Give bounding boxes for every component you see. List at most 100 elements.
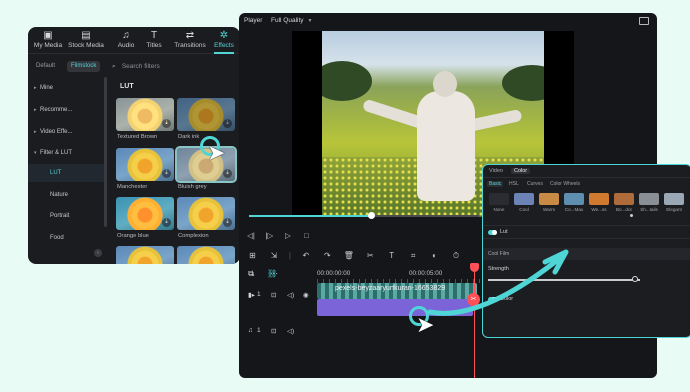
collapse-chevron-icon[interactable]: ‹ [94,249,102,257]
sidebar-item-portrait[interactable]: Portrait [28,207,104,225]
play-icon[interactable]: ▷ [281,231,295,240]
undo-icon[interactable]: ↶ [297,251,314,260]
stop-icon[interactable]: □ [299,231,313,240]
prev-frame-icon[interactable]: ◁| [244,231,258,240]
lut-preset-header: Cool Film [483,248,690,260]
sidebar-item-video-effects[interactable]: ▸ Video Effe... [28,123,104,141]
lock-icon[interactable]: ⊡ [271,291,276,299]
property-tabs: Video Color [483,165,690,178]
filter-label: Textured Brown [117,134,158,140]
tab-default[interactable]: Default [32,61,59,72]
lock-icon[interactable]: ⊡ [271,327,276,335]
preset-swatch[interactable] [589,193,609,205]
playhead-handle[interactable] [470,263,479,272]
eye-icon[interactable]: ◉ [303,291,309,299]
download-icon[interactable]: ⇣ [162,119,171,128]
filter-thumbnail: ⇣ [177,98,235,131]
download-icon[interactable]: ⇣ [162,218,171,227]
filter-thumbnail: ⇣ [116,98,174,131]
volume-icon[interactable]: ◁) [287,291,294,299]
page-indicator [630,214,633,217]
mouse-cursor-icon: ➤ [416,312,435,337]
subtab-curves[interactable]: Curves [527,181,543,187]
tab-video[interactable]: Video [489,168,503,174]
sidebar-scrollbar[interactable] [104,77,107,227]
sidebar-item-mine[interactable]: ▸ Mine [28,79,104,97]
mouse-cursor-icon: ➤ [207,140,226,165]
tab-stock-media[interactable]: ▤ Stock Media [66,30,106,49]
preset-swatch[interactable] [514,193,534,205]
download-icon[interactable]: ⇣ [223,218,232,227]
tab-my-media[interactable]: ▣ My Media [28,30,68,49]
subtab-basic[interactable]: Basic [487,181,504,187]
preset-swatch[interactable] [639,193,659,205]
delete-icon[interactable]: 🗑 [340,251,357,260]
lut-toggle[interactable] [488,230,497,235]
grid-icon[interactable]: ⊞ [244,251,261,260]
filter-card[interactable] [116,246,174,264]
tab-transitions[interactable]: ⇄ Transitions [169,30,211,49]
tab-filmstock[interactable]: Filmstock [67,61,101,72]
cool-film-label: Cool Film [488,251,510,257]
select-tool-icon[interactable]: ⇲ [265,251,282,260]
filter-search-input[interactable]: ⌕ Search filters [112,60,232,74]
color-icon[interactable]: ◐ [426,251,443,260]
stock-icon: ▤ [81,30,91,41]
preset-swatch[interactable] [564,193,584,205]
volume-icon[interactable]: ◁) [287,327,294,335]
cut-icon[interactable]: ✂ [362,251,379,260]
effects-icon: ✲ [219,30,229,41]
tab-effects[interactable]: ✲ Effects [206,30,240,54]
link-icon[interactable]: ⛓ [267,269,277,278]
playhead[interactable] [474,265,475,378]
scissors-icon[interactable]: ✂ [467,293,480,306]
filter-thumbnail: ⇣ [177,197,235,230]
player-bar: Player Full Quality ▼ [239,13,657,31]
person [417,91,475,201]
download-icon[interactable]: ⇣ [162,169,171,178]
snapshot-icon[interactable] [639,17,649,25]
filter-card[interactable]: ⇣ Textured Brown [116,98,174,146]
preset-swatch[interactable] [489,193,509,205]
folder-icon: ▣ [43,30,53,41]
redo-icon[interactable]: ↷ [319,251,336,260]
text-icon[interactable]: T [383,251,400,260]
tab-color[interactable]: Color [511,168,531,174]
timeline-toolbar: ⊞ ⇲ | ↶ ↷ 🗑 ✂ T ⌗ ◐ ⏱ ⤓ ⋯ [244,245,484,278]
sidebar-item-nature[interactable]: Nature [28,186,104,204]
preset-swatch[interactable] [539,193,559,205]
titles-icon: T [150,30,158,41]
filter-card[interactable]: ⇣ Complexion [177,197,235,245]
color-label: Color [500,296,514,302]
preset-label: Cool [519,207,529,212]
quality-select[interactable]: Full Quality ▼ [271,17,312,24]
filter-card[interactable]: ⇣ Orange blue [116,197,174,245]
media-tabs: ▣ My Media ▤ Stock Media ♫ Audio T Titles ⇄ T… [28,27,240,54]
scrub-handle[interactable] [367,212,375,219]
add-track-icon[interactable]: ⧉ [248,269,254,279]
subtab-hsl[interactable]: HSL [509,181,519,187]
sidebar-item-recommended[interactable]: ▸ Recomme... [28,101,104,119]
strength-slider-handle[interactable] [632,276,639,282]
audio-track-icon: ♫ [248,327,253,334]
lut-label: Lut [500,229,508,235]
step-back-icon[interactable]: |▷ [262,231,276,240]
filter-card[interactable] [177,246,235,264]
color-toggle[interactable] [488,297,497,302]
sidebar-item-filter-lut[interactable]: ▾ Filter & LUT [28,144,104,162]
download-icon[interactable]: ⇣ [223,169,232,178]
tab-titles[interactable]: T Titles [134,30,174,49]
filter-label: Dark ink [178,134,200,140]
filter-card[interactable]: ⇣ Manchester [116,148,174,196]
preset-swatch[interactable] [614,193,634,205]
color-adjustment-clip[interactable] [317,299,473,316]
strength-slider[interactable] [488,279,640,281]
subtab-color-wheels[interactable]: Color Wheels [550,181,580,187]
color-panel: Video Color Basic HSL Curves Color Wheel… [482,164,690,338]
timer-icon[interactable]: ⏱ [448,251,465,261]
sidebar-item-food[interactable]: Food [28,229,104,247]
download-icon[interactable]: ⇣ [223,119,232,128]
crop-icon[interactable]: ⌗ [405,251,422,261]
sidebar-item-lut[interactable]: LUT [28,164,104,182]
preset-swatch[interactable] [664,193,684,205]
